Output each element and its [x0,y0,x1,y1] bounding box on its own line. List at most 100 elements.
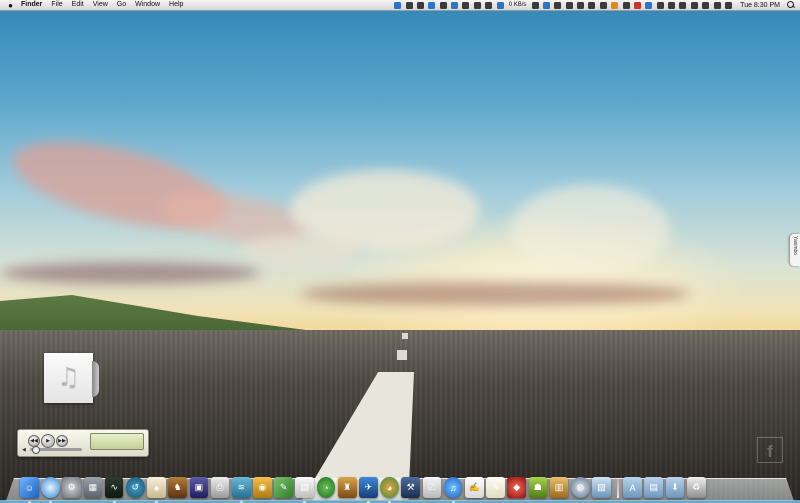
network-globe-icon[interactable]: ◍ [570,477,590,498]
display-icon[interactable] [394,1,402,9]
cloud [510,185,670,275]
printer-glyph: ⎙ [216,482,224,492]
clock-icon[interactable] [485,1,493,9]
chat-bubble-icon[interactable] [577,1,585,9]
itunes-icon[interactable]: ♫ [443,477,463,503]
alien-icon[interactable] [416,1,424,9]
photo-booth-icon[interactable]: ▣ [189,477,209,498]
facebook-icon[interactable] [645,1,653,9]
bluetooth-icon[interactable] [702,1,710,9]
textedit-glyph: ✍ [468,482,480,492]
trash-icon[interactable]: ♻ [686,477,706,498]
adium-icon[interactable]: ◕ [380,477,399,503]
menu-app-finder[interactable]: Finder [21,0,42,10]
safari-icon[interactable] [41,477,60,503]
wifi-signal-icon[interactable] [611,1,619,9]
notes-glyph: ✎ [491,482,500,492]
menu-clock[interactable]: Tue 8:30 PM [740,2,780,9]
alfred-hat-icon[interactable]: ♜ [337,477,357,498]
gear-badge-icon[interactable] [439,1,447,9]
ebook-reader-icon[interactable]: ▤ [295,477,315,503]
hammer-tool-icon[interactable]: ⚒ [401,477,421,498]
time-machine-icon[interactable]: ↺ [125,477,145,498]
wallpaper-preview-icon[interactable]: ▨ [592,477,611,498]
chess-icon[interactable]: ♞ [168,477,187,498]
menu-bar: ● Finder File Edit View Go Window Help 0… [0,0,800,11]
notes-icon[interactable]: ✎ [486,477,505,498]
desktop-wallpaper [0,0,800,500]
menu-go[interactable]: Go [117,0,126,10]
twitter-bird-icon[interactable] [428,1,436,9]
solitaire-icon[interactable]: ♠ [147,477,166,503]
spotlight-search-icon[interactable] [787,1,795,9]
tweetdeck-icon[interactable]: ✈ [359,477,378,503]
apple-menu-icon[interactable]: ● [6,1,15,10]
dashboard-icon[interactable]: ▦ [83,477,103,498]
sync-icon[interactable] [679,1,687,9]
facebook-icon[interactable] [496,1,504,9]
next-button[interactable]: ▶▶ [56,435,68,447]
volume-slider-knob[interactable] [32,446,40,454]
menu-view[interactable]: View [93,0,108,10]
time-machine-glyph: ↺ [131,482,140,492]
play-button[interactable]: ▶ [41,434,55,448]
image-capture-icon[interactable]: ⎚ [422,477,442,498]
preview-icon[interactable]: ✎ [274,477,293,498]
music-note-icon[interactable] [405,1,413,9]
battery-icon[interactable] [668,1,676,9]
ruby-gem-icon[interactable]: ◆ [507,477,526,498]
finder-icon[interactable]: ☺ [20,477,39,503]
android-icon[interactable]: ☗ [528,477,548,498]
textedit-icon[interactable]: ✍ [464,477,484,498]
download-icon[interactable] [599,1,607,9]
system-preferences-glyph: ⚙ [67,482,76,492]
dropbox-icon[interactable] [451,1,459,9]
cloud [300,282,690,306]
documents-folder-glyph: ▤ [649,482,659,492]
x-tools-icon[interactable] [531,1,539,9]
downloads-folder-icon[interactable]: ⬇ [665,477,685,498]
menu-file[interactable]: File [51,0,62,10]
time-machine-icon[interactable] [690,1,698,9]
applications-folder-icon[interactable]: A [623,477,642,498]
road-stripe [397,350,407,360]
menu-help[interactable]: Help [169,0,183,10]
hammer-tool-glyph: ⚒ [406,482,415,492]
facebook-watermark-icon: f [757,437,783,463]
eye-icon[interactable] [462,1,470,9]
skype-icon[interactable] [542,1,550,9]
eye-icon[interactable] [588,1,596,9]
documents-folder-icon[interactable]: ▤ [644,477,664,498]
trash-glyph: ♻ [692,482,701,492]
cloud-icon[interactable] [473,1,481,9]
cpu-icon[interactable] [554,1,562,9]
archive-utility-icon[interactable]: ▥ [549,477,569,498]
wifi-icon[interactable] [713,1,721,9]
circle-icon[interactable] [565,1,573,9]
photo-booth-glyph: ▣ [194,482,204,492]
network-utility-icon[interactable]: ≋ [231,477,251,503]
flag-icon[interactable] [633,1,641,9]
cloud [240,235,360,265]
menu-edit[interactable]: Edit [72,0,84,10]
activity-monitor-icon[interactable]: ∿ [104,477,124,503]
adium-glyph: ◕ [386,482,393,493]
lock-icon[interactable] [622,1,630,9]
archive-utility-glyph: ▥ [554,482,564,492]
image-capture-glyph: ⎚ [428,482,436,492]
network-speed-readout[interactable]: 0 KB/s [509,2,527,8]
airport-utility-icon[interactable]: ◉ [253,477,272,498]
system-preferences-icon[interactable]: ⚙ [62,477,82,498]
dock-separator [617,478,620,498]
grid-icon[interactable] [656,1,664,9]
volume-icon[interactable] [724,1,732,9]
android-glyph: ☗ [533,482,542,492]
ruby-gem-glyph: ◆ [513,482,521,492]
desktop-music-file[interactable]: ♫ [44,353,99,405]
disk-speed-gauge-glyph: ◔ [323,482,329,493]
status-icons-right [529,1,734,9]
menu-window[interactable]: Window [135,0,160,10]
printer-icon[interactable]: ⎙ [210,477,230,498]
disk-speed-gauge-icon[interactable]: ◔ [316,477,336,498]
side-drawer-tab[interactable]: Yasimbo [790,234,800,266]
